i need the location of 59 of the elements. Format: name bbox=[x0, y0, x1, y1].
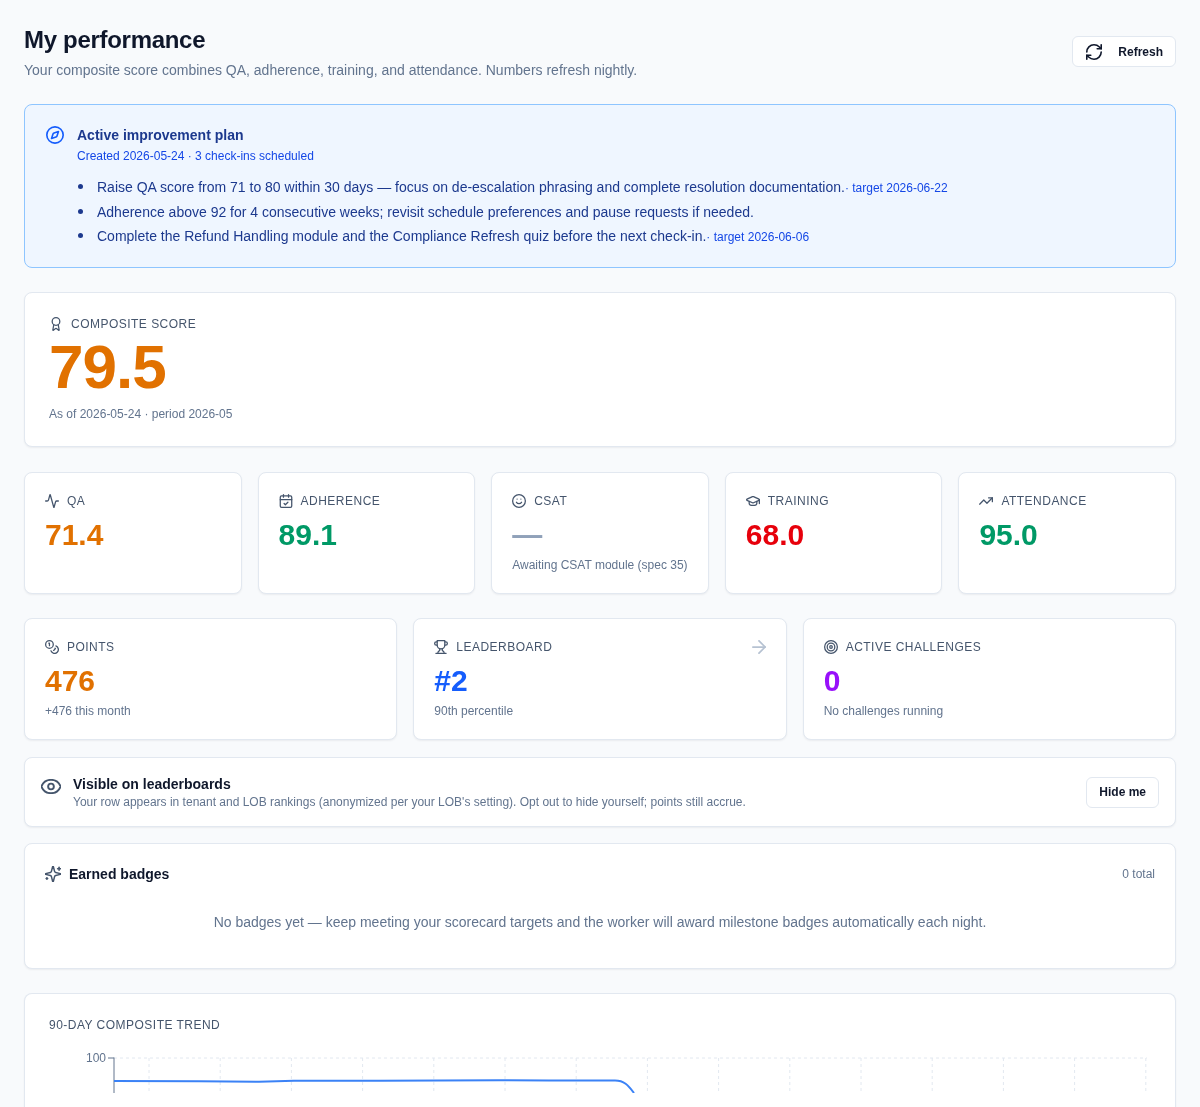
trophy-icon bbox=[434, 640, 449, 654]
axis-tick-label: 100 bbox=[85, 1051, 106, 1065]
eye-icon bbox=[41, 779, 61, 794]
stat-label: LEADERBOARD bbox=[456, 639, 553, 655]
stat-note: No challenges running bbox=[823, 703, 945, 719]
plan-item-text: Complete the Refund Handling module and the Compliance Refresh quiz before the next check-in. bbox=[97, 228, 707, 244]
metric-value: 68.0 bbox=[745, 517, 806, 553]
page-title: My performance bbox=[24, 25, 207, 55]
target-date: · target 2026-06-06 bbox=[706, 230, 810, 244]
stat-value: 0 bbox=[823, 663, 842, 699]
stat-label: ACTIVE CHALLENGES bbox=[845, 639, 982, 655]
metric-value: — bbox=[512, 517, 544, 553]
ribbon-icon bbox=[49, 317, 63, 331]
plan-title: Active improvement plan bbox=[77, 126, 245, 145]
visibility-title: Visible on leaderboards bbox=[73, 775, 232, 794]
metric-value: 71.4 bbox=[45, 517, 105, 553]
hide-me-button[interactable]: Hide me bbox=[1086, 776, 1159, 808]
stat-note: +476 this month bbox=[45, 703, 132, 719]
badges-title: Earned badges bbox=[69, 865, 170, 884]
metric-value: 89.1 bbox=[278, 517, 338, 553]
pulse-icon bbox=[45, 494, 59, 508]
plan-meta: Created 2026-05-24 · 3 check-ins scheduled bbox=[77, 148, 315, 164]
trend-up-icon bbox=[979, 494, 994, 508]
refresh-icon bbox=[1086, 43, 1103, 60]
stat-value: 476 bbox=[45, 663, 97, 699]
metric-label: QA bbox=[67, 493, 86, 509]
page-subtitle: Your composite score combines QA, adherence, training, and attendance. Numbers refresh nightly. bbox=[24, 61, 638, 80]
target-date: · target 2026-06-22 bbox=[844, 181, 948, 195]
graduation-cap-icon bbox=[745, 494, 760, 508]
badges-count: 0 total bbox=[1122, 867, 1155, 881]
compass-icon bbox=[46, 126, 64, 144]
stat-label: POINTS bbox=[67, 639, 115, 655]
metric-label: CSAT bbox=[534, 493, 568, 509]
composite-label: COMPOSITE SCORE bbox=[71, 316, 197, 332]
metric-label: TRAINING bbox=[767, 493, 829, 509]
arrow-right-icon[interactable] bbox=[751, 640, 766, 654]
refresh-button[interactable]: Refresh bbox=[1072, 36, 1176, 67]
coins-icon bbox=[45, 640, 59, 654]
stat-note: 90th percentile bbox=[434, 703, 515, 719]
metric-label: ATTENDANCE bbox=[1001, 493, 1087, 509]
bullet-icon bbox=[78, 209, 83, 214]
smiley-icon bbox=[512, 494, 527, 508]
composite-score-value: 79.5 bbox=[49, 336, 167, 398]
stat-value: #2 bbox=[434, 663, 469, 699]
y-axis bbox=[107, 1057, 115, 1093]
calendar-check-icon bbox=[278, 494, 293, 508]
score-date: As of 2026-05-24 · period 2026-05 bbox=[49, 406, 234, 422]
metric-note: Awaiting CSAT module (spec 35) bbox=[512, 557, 688, 573]
metric-label: ADHERENCE bbox=[300, 493, 381, 509]
empty-badges-message: No badges yet — keep meeting your scorecard targets and the worker will award milestone badges automatically each night. bbox=[213, 914, 987, 930]
bullet-icon bbox=[78, 233, 83, 238]
bullet-icon bbox=[78, 184, 83, 189]
visibility-description: Your row appears in tenant and LOB rankings (anonymized per your LOB's setting). Opt out to hide yourself; points still accrue. bbox=[73, 794, 747, 810]
plan-item-text: Adherence above 92 for 4 consecutive weeks; revisit schedule preferences and pause requests if needed. bbox=[97, 204, 754, 220]
target-icon bbox=[823, 640, 838, 654]
metric-value: 95.0 bbox=[979, 517, 1039, 553]
trend-title: 90-DAY COMPOSITE TREND bbox=[49, 1017, 222, 1033]
sparkle-icon bbox=[45, 866, 61, 882]
plan-item-text: Raise QA score from 71 to 80 within 30 days — focus on de-escalation phrasing and complete resolution documentation. bbox=[97, 179, 845, 195]
